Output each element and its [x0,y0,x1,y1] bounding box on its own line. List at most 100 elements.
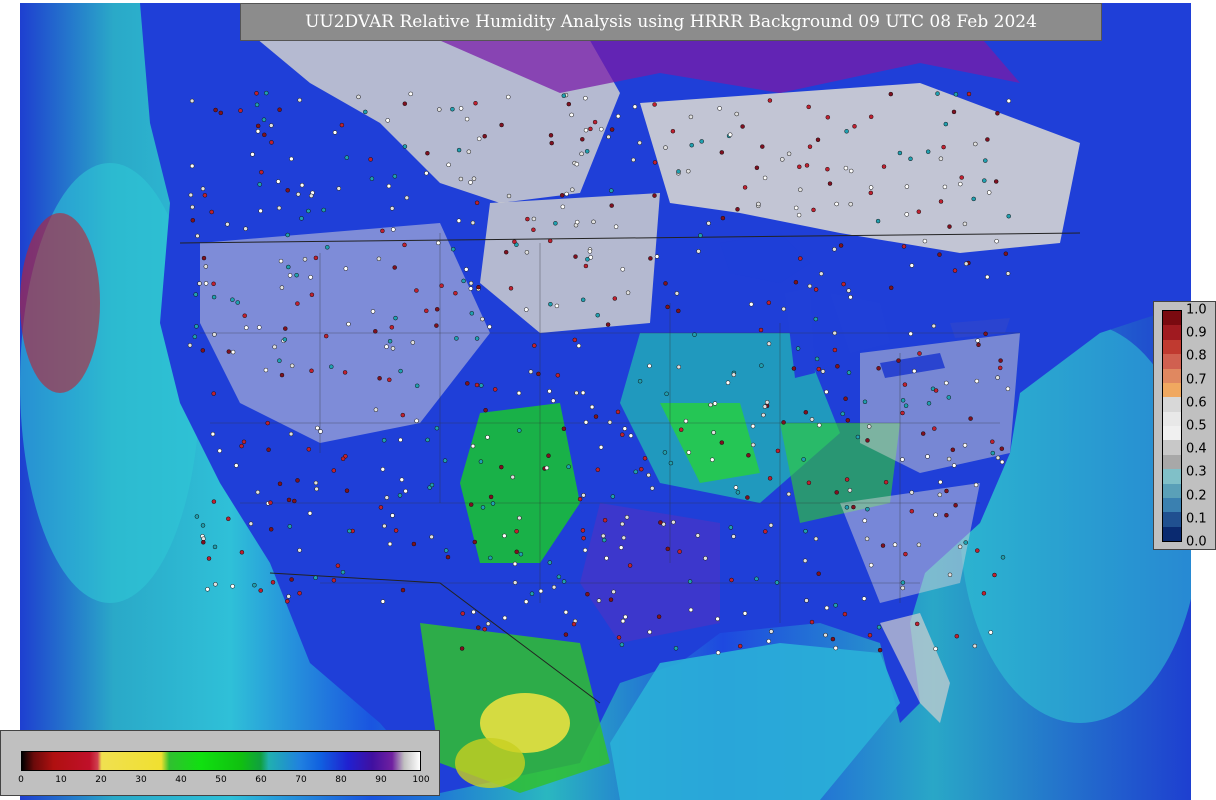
station-dot [296,192,301,197]
station-dot [687,579,693,584]
station-dot [742,185,748,190]
station-dot [492,387,498,392]
station-colorbar-tick: 0.3 [1186,464,1207,480]
station-dot [637,378,643,384]
station-dot [760,144,765,149]
station-dot [933,388,939,393]
station-dot [331,578,337,583]
station-dot [424,308,429,314]
station-dot [804,598,809,603]
station-dot [609,127,615,132]
station-dot [972,643,978,649]
station-colorbar-tick: 0.2 [1186,488,1207,504]
station-dot [646,472,651,478]
station-dot [998,358,1003,363]
station-dot [516,390,522,396]
station-dot [512,580,518,585]
station-dot [1006,98,1012,104]
station-dot [593,414,599,419]
station-dot [619,642,625,647]
station-dot [369,176,375,181]
station-dot [425,437,430,443]
station-dot [900,398,906,403]
rh-colorbar: 0 10 20 30 40 50 60 70 80 90 100 [0,730,440,796]
station-dot [474,336,480,341]
station-dot [768,523,774,528]
station-dot [378,505,384,510]
station-dot [201,540,206,545]
station-dot [793,279,799,285]
station-dot [612,296,618,301]
station-dot [294,272,299,278]
station-colorbar-tick: 0.7 [1186,372,1207,388]
station-dot [289,363,295,369]
station-dot [848,294,853,300]
station-colorbar-segment [1163,311,1181,326]
station-colorbar-gradient [1162,310,1182,542]
station-dot [559,193,565,198]
station-dot [279,372,285,378]
station-dot [270,580,276,585]
station-dot [387,377,392,383]
station-dot [213,582,218,587]
station-dot [807,283,813,289]
station-dot [671,519,676,525]
station-dot [622,426,628,431]
station-dot [512,561,518,567]
station-dot [917,351,922,356]
station-dot [875,218,881,224]
station-dot [414,383,420,389]
station-dot [775,448,781,454]
pacific-dry-patch [20,213,100,393]
station-colorbar-segment [1163,440,1181,455]
station-dot [510,474,515,480]
station-dot [450,246,456,252]
station-dot [710,457,715,462]
station-dot [235,300,240,305]
station-dot [756,201,761,207]
station-dot [259,169,264,175]
station-dot [400,412,406,418]
station-dot [277,107,282,112]
station-dot [798,256,803,261]
station-dot [963,261,969,266]
station-dot [1006,213,1011,219]
station-dot [368,157,373,162]
station-dot [286,497,292,503]
station-dot [272,344,277,350]
station-dot [628,433,634,438]
station-dot [734,111,739,117]
station-dot [642,456,648,461]
station-dot [456,218,462,223]
station-dot [553,221,558,226]
station-dot [809,619,815,625]
station-dot [480,505,486,510]
station-dot [197,281,202,286]
station-dot [973,482,979,488]
station-dot [473,100,478,106]
station-dot [631,157,636,163]
station-dot [610,494,616,499]
station-dot [838,243,844,248]
station-dot [255,489,261,495]
station-dot [213,107,218,113]
station-dot [192,334,198,339]
station-dot [982,178,987,183]
station-dot [888,285,894,291]
station-dot [566,464,571,469]
station-dot [865,506,870,512]
station-dot [556,574,562,580]
station-dot [524,250,530,255]
station-dot [212,332,217,337]
station-dot [384,495,390,500]
station-dot [925,454,930,459]
station-dot [258,588,263,593]
station-dot [238,108,243,113]
station-dot [804,163,810,168]
station-dot [781,420,786,425]
station-dot [767,98,773,103]
station-dot [512,239,517,244]
station-dot [269,123,274,128]
station-dot [663,281,668,286]
station-dot [370,309,376,314]
